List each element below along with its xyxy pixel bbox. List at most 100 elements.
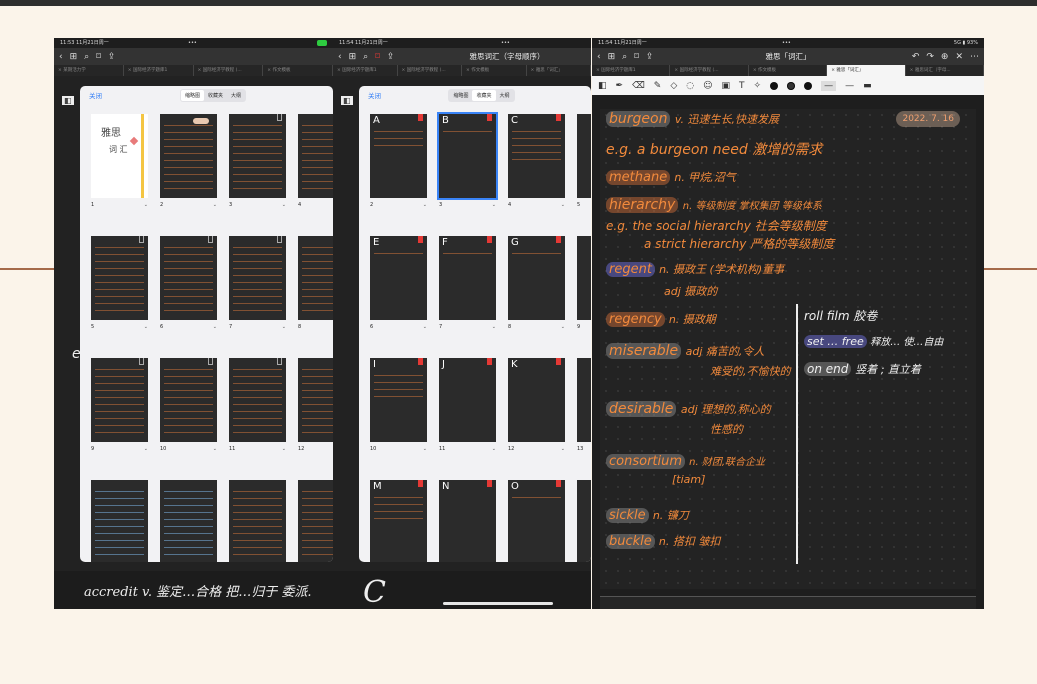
grid-icon[interactable]: ⊞ (608, 52, 616, 62)
close-button[interactable]: 关闭 (89, 90, 102, 100)
chevron-down-icon[interactable]: ⌄ (423, 324, 427, 330)
eraser-icon[interactable]: ⌫ (632, 81, 645, 91)
tab[interactable]: × 国际经济学教程 (... (398, 65, 462, 76)
bookmark-icon[interactable] (487, 236, 492, 243)
chevron-down-icon[interactable]: ⌄ (282, 202, 286, 208)
stroke-thick-icon[interactable]: ▬ (863, 81, 872, 91)
segment-thumbnails[interactable]: 缩略图 (449, 90, 472, 101)
segment-outline[interactable]: 大纲 (227, 90, 245, 101)
laser-icon[interactable]: ✧ (754, 81, 762, 91)
bookmark-icon[interactable] (487, 358, 492, 365)
page-thumbnail[interactable]: 9 ⌄ (91, 358, 148, 452)
favorite-thumbnail[interactable]: A 2 ⌄ (370, 114, 427, 208)
favorite-thumbnail[interactable]: J 11 ⌄ (439, 358, 496, 452)
page-thumbnail[interactable]: 11 ⌄ (229, 358, 286, 452)
close-button[interactable]: 关闭 (368, 90, 381, 100)
page-thumbnail[interactable]: 12 (298, 358, 333, 452)
image-icon[interactable]: ▣ (722, 81, 731, 91)
share-icon[interactable]: ⇪ (108, 52, 116, 62)
chevron-down-icon[interactable]: ⌄ (213, 324, 217, 330)
favorite-thumbnail[interactable]: 9 (577, 236, 591, 330)
bookmark-icon[interactable] (487, 480, 492, 487)
sidebar-toggle-icon[interactable]: ◧ (598, 81, 607, 91)
favorite-thumbnail[interactable]: K 12 ⌄ (508, 358, 565, 452)
stroke-thin-icon[interactable]: — (821, 80, 837, 91)
lasso-icon[interactable]: ◌ (686, 81, 694, 91)
page-thumbnail[interactable] (160, 480, 217, 562)
page-thumbnail[interactable]: 4 (298, 114, 333, 208)
favorite-thumbnail[interactable]: E 6 ⌄ (370, 236, 427, 330)
tab[interactable]: × 雅思词汇（字母... (906, 65, 984, 76)
favorite-thumbnail[interactable]: 5 (577, 114, 591, 208)
highlighter-icon[interactable]: ✎ (654, 81, 662, 91)
search-icon[interactable]: ⌕ (622, 52, 627, 62)
bookmark-icon[interactable] (139, 358, 144, 365)
search-icon[interactable]: ⌕ (363, 52, 368, 62)
redo-icon[interactable]: ↷ (926, 52, 934, 62)
page-thumbnail[interactable]: 3 ⌄ (229, 114, 286, 208)
bookmark-icon[interactable] (277, 114, 282, 121)
grid-icon[interactable]: ⊞ (70, 52, 78, 62)
pen-icon[interactable]: ✒ (616, 81, 624, 91)
more-icon[interactable]: ⋯ (970, 52, 979, 62)
bookmark-icon[interactable] (556, 114, 561, 121)
bookmark-icon[interactable] (487, 114, 492, 121)
segment-outline[interactable]: 大纲 (496, 90, 514, 101)
page-thumbnail[interactable]: 雅思 词 汇 1 ⌄ (91, 114, 148, 208)
segment-favorites[interactable]: 收藏夹 (472, 89, 496, 101)
color-swatch-dark[interactable] (804, 81, 813, 90)
page-thumbnail[interactable]: 7 ⌄ (229, 236, 286, 330)
chevron-down-icon[interactable]: ⌄ (423, 202, 427, 208)
chevron-down-icon[interactable]: ⌄ (213, 446, 217, 452)
bookmark-icon[interactable] (418, 358, 423, 365)
share-icon[interactable]: ⇪ (646, 52, 654, 62)
tab[interactable]: × 国际经济学教程 (... (194, 65, 264, 76)
sidebar-toggle-icon[interactable]: ◧ (341, 96, 353, 105)
bookmark-icon[interactable] (418, 480, 423, 487)
undo-icon[interactable]: ↶ (912, 52, 920, 62)
tab[interactable]: × 国际经济学题库1 (333, 65, 398, 76)
tab[interactable]: × 作文模板 (263, 65, 333, 76)
favorite-thumbnail[interactable]: N (439, 480, 496, 562)
favorite-thumbnail[interactable]: O (508, 480, 565, 562)
back-icon[interactable]: ‹ (59, 52, 63, 62)
bookmark-icon[interactable]: ⌑ (96, 52, 101, 62)
sticker-icon[interactable]: ☺ (703, 81, 712, 91)
grid-icon[interactable]: ⊞ (349, 52, 357, 62)
bookmark-icon[interactable] (277, 358, 282, 365)
page-thumbnail[interactable]: 6 ⌄ (160, 236, 217, 330)
bookmark-icon[interactable]: ⌑ (375, 52, 380, 62)
bookmark-icon[interactable] (556, 236, 561, 243)
tab[interactable]: × 雅思「词汇」 (527, 65, 591, 76)
tab[interactable]: × 作文模板 (462, 65, 527, 76)
stroke-medium-icon[interactable]: — (845, 81, 854, 91)
chevron-down-icon[interactable]: ⌄ (213, 202, 217, 208)
chevron-down-icon[interactable]: ⌄ (561, 324, 565, 330)
chevron-down-icon[interactable]: ⌄ (282, 324, 286, 330)
page-thumbnail[interactable] (229, 480, 286, 562)
chevron-down-icon[interactable]: ⌄ (492, 324, 496, 330)
favorite-thumbnail[interactable]: C 4 ⌄ (508, 114, 565, 208)
bookmark-icon[interactable] (556, 480, 561, 487)
tab[interactable]: × 作文模板 (749, 65, 828, 76)
sidebar-toggle-icon[interactable]: ◧ (62, 96, 74, 105)
bookmark-icon[interactable] (139, 236, 144, 243)
text-icon[interactable]: T (739, 81, 745, 91)
scroll-indicator[interactable] (443, 602, 553, 605)
page-thumbnail[interactable]: 5 ⌄ (91, 236, 148, 330)
tab[interactable]: × 国际经济学题库1 (592, 65, 671, 76)
back-icon[interactable]: ‹ (597, 52, 601, 62)
favorite-thumbnail[interactable]: F 7 ⌄ (439, 236, 496, 330)
back-icon[interactable]: ‹ (338, 52, 342, 62)
favorite-thumbnail[interactable]: 13 (577, 358, 591, 452)
multitask-dots[interactable]: ••• (188, 38, 197, 48)
bookmark-icon[interactable] (556, 358, 561, 365)
chevron-down-icon[interactable]: ⌄ (144, 324, 148, 330)
bookmark-icon[interactable] (418, 236, 423, 243)
color-swatch-black-ring[interactable] (787, 81, 796, 90)
multitask-dots[interactable]: ••• (782, 38, 791, 48)
color-swatch-black[interactable] (770, 81, 779, 90)
chevron-down-icon[interactable]: ⌄ (492, 202, 496, 208)
page-thumbnail[interactable] (298, 480, 333, 562)
tab[interactable]: × 国际经济学教程 (... (670, 65, 749, 76)
